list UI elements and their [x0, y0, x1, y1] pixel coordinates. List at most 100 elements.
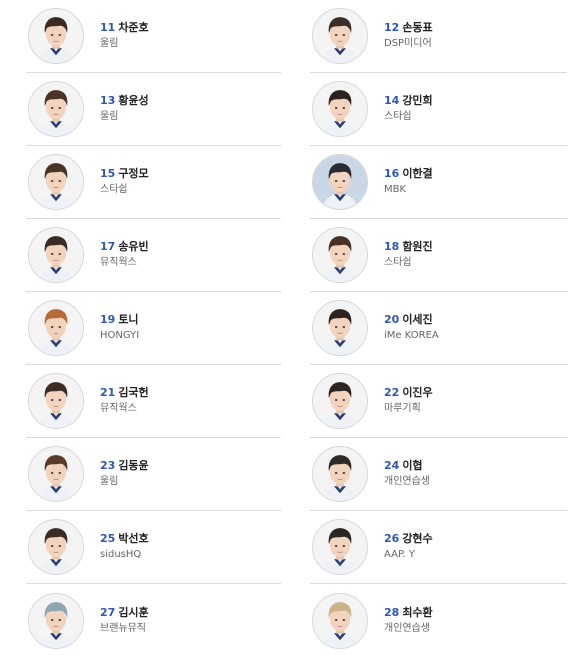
trainee-name[interactable]: 박선호 [118, 532, 148, 545]
trainee-card[interactable]: 16 이한결 MBK [310, 146, 567, 219]
trainee-number: 26 [384, 532, 400, 545]
trainee-photo[interactable] [28, 300, 84, 356]
trainee-number: 16 [384, 167, 400, 180]
trainee-agency: 울림 [100, 111, 119, 122]
trainee-photo[interactable] [28, 8, 84, 64]
trainee-card[interactable]: 11 차준호 울림 [26, 0, 281, 73]
portrait-image [313, 374, 367, 428]
trainee-name[interactable]: 김국헌 [118, 386, 148, 399]
portrait-image [313, 520, 367, 574]
trainee-agency: AAP. Y [384, 549, 415, 560]
trainee-name[interactable]: 김동윤 [118, 459, 148, 472]
trainee-agency: 개인연습생 [384, 476, 430, 487]
trainee-name[interactable]: 송유빈 [118, 240, 148, 253]
trainee-number: 25 [100, 532, 116, 545]
trainee-number: 12 [384, 21, 400, 34]
trainee-card[interactable]: 25 박선호 sidusHQ [26, 511, 281, 584]
trainee-photo[interactable] [312, 154, 368, 210]
trainee-name[interactable]: 강민희 [402, 94, 432, 107]
portrait-image [29, 9, 83, 63]
trainee-card[interactable]: 12 손동표 DSP미디어 [310, 0, 567, 73]
trainee-card[interactable]: 22 이진우 마루기획 [310, 365, 567, 438]
trainee-photo[interactable] [312, 373, 368, 429]
trainee-agency: 뮤직웍스 [100, 403, 137, 414]
trainee-photo[interactable] [312, 8, 368, 64]
portrait-image [313, 9, 367, 63]
trainee-name[interactable]: 함원진 [402, 240, 432, 253]
trainee-photo[interactable] [312, 519, 368, 575]
trainee-name[interactable]: 차준호 [118, 21, 148, 34]
trainee-number: 21 [100, 386, 116, 399]
trainee-name[interactable]: 손동표 [402, 21, 432, 34]
trainee-photo[interactable] [312, 300, 368, 356]
trainee-card[interactable]: 21 김국헌 뮤직웍스 [26, 365, 281, 438]
trainee-number: 22 [384, 386, 400, 399]
trainee-column-right: 12 손동표 DSP미디어 14 강민희 스타쉽 16 이한결 MBK 18 함원진 스… [310, 0, 567, 657]
trainee-agency: sidusHQ [100, 549, 142, 560]
trainee-name[interactable]: 김시훈 [118, 606, 148, 619]
trainee-grid: 11 차준호 울림 13 황윤성 울림 15 구정모 스타쉽 17 송유빈 뮤직웍스 [0, 0, 571, 654]
trainee-agency: 스타쉽 [384, 111, 412, 122]
trainee-card[interactable]: 14 강민희 스타쉽 [310, 73, 567, 146]
portrait-image [29, 301, 83, 355]
portrait-image [29, 447, 83, 501]
trainee-agency: 울림 [100, 38, 119, 49]
trainee-number: 11 [100, 21, 116, 34]
trainee-name[interactable]: 황윤성 [118, 94, 148, 107]
trainee-card[interactable]: 18 함원진 스타쉽 [310, 219, 567, 292]
trainee-name[interactable]: 이세진 [402, 313, 432, 326]
trainee-name[interactable]: 강현수 [402, 532, 432, 545]
portrait-image [29, 593, 83, 648]
trainee-photo[interactable] [28, 154, 84, 210]
trainee-number: 20 [384, 313, 400, 326]
trainee-photo[interactable] [28, 592, 84, 649]
trainee-photo[interactable] [28, 446, 84, 502]
trainee-card[interactable]: 19 토니 HONGYI [26, 292, 281, 365]
trainee-number: 13 [100, 94, 116, 107]
portrait-image [29, 520, 83, 574]
trainee-photo[interactable] [312, 227, 368, 283]
trainee-photo[interactable] [312, 592, 368, 649]
trainee-agency: DSP미디어 [384, 38, 432, 49]
trainee-name[interactable]: 이협 [402, 459, 422, 472]
trainee-card[interactable]: 20 이세진 iMe KOREA [310, 292, 567, 365]
trainee-photo[interactable] [28, 373, 84, 429]
trainee-agency: 마루기획 [384, 403, 421, 414]
trainee-photo[interactable] [28, 81, 84, 137]
trainee-name[interactable]: 최수환 [402, 606, 432, 619]
trainee-card[interactable]: 23 김동윤 울림 [26, 438, 281, 511]
trainee-card[interactable]: 27 김시훈 브랜뉴뮤직 [26, 584, 281, 657]
trainee-agency: 스타쉽 [384, 257, 412, 268]
trainee-card[interactable]: 24 이협 개인연습생 [310, 438, 567, 511]
trainee-agency: MBK [384, 184, 407, 195]
portrait-image [29, 228, 83, 282]
trainee-number: 27 [100, 605, 116, 619]
trainee-card[interactable]: 15 구정모 스타쉽 [26, 146, 281, 219]
trainee-number: 19 [100, 313, 116, 326]
trainee-number: 17 [100, 240, 116, 253]
trainee-card[interactable]: 17 송유빈 뮤직웍스 [26, 219, 281, 292]
trainee-card[interactable]: 28 최수환 개인연습생 [310, 584, 567, 657]
portrait-image [313, 155, 367, 209]
trainee-name[interactable]: 이진우 [402, 386, 432, 399]
trainee-agency: HONGYI [100, 330, 140, 341]
portrait-image [29, 155, 83, 209]
portrait-image [313, 301, 367, 355]
trainee-agency: 개인연습생 [384, 622, 430, 634]
portrait-image [313, 447, 367, 501]
trainee-agency: 뮤직웍스 [100, 257, 137, 268]
trainee-photo[interactable] [312, 446, 368, 502]
portrait-image [313, 82, 367, 136]
trainee-photo[interactable] [312, 81, 368, 137]
trainee-name[interactable]: 이한결 [402, 167, 432, 180]
trainee-name[interactable]: 구정모 [118, 167, 148, 180]
trainee-name[interactable]: 토니 [118, 313, 138, 326]
portrait-image [313, 228, 367, 282]
trainee-column-left: 11 차준호 울림 13 황윤성 울림 15 구정모 스타쉽 17 송유빈 뮤직웍스 [26, 0, 281, 657]
trainee-photo[interactable] [28, 519, 84, 575]
trainee-photo[interactable] [28, 227, 84, 283]
trainee-card[interactable]: 26 강현수 AAP. Y [310, 511, 567, 584]
trainee-number: 18 [384, 240, 400, 253]
trainee-agency: 스타쉽 [100, 184, 128, 195]
trainee-card[interactable]: 13 황윤성 울림 [26, 73, 281, 146]
